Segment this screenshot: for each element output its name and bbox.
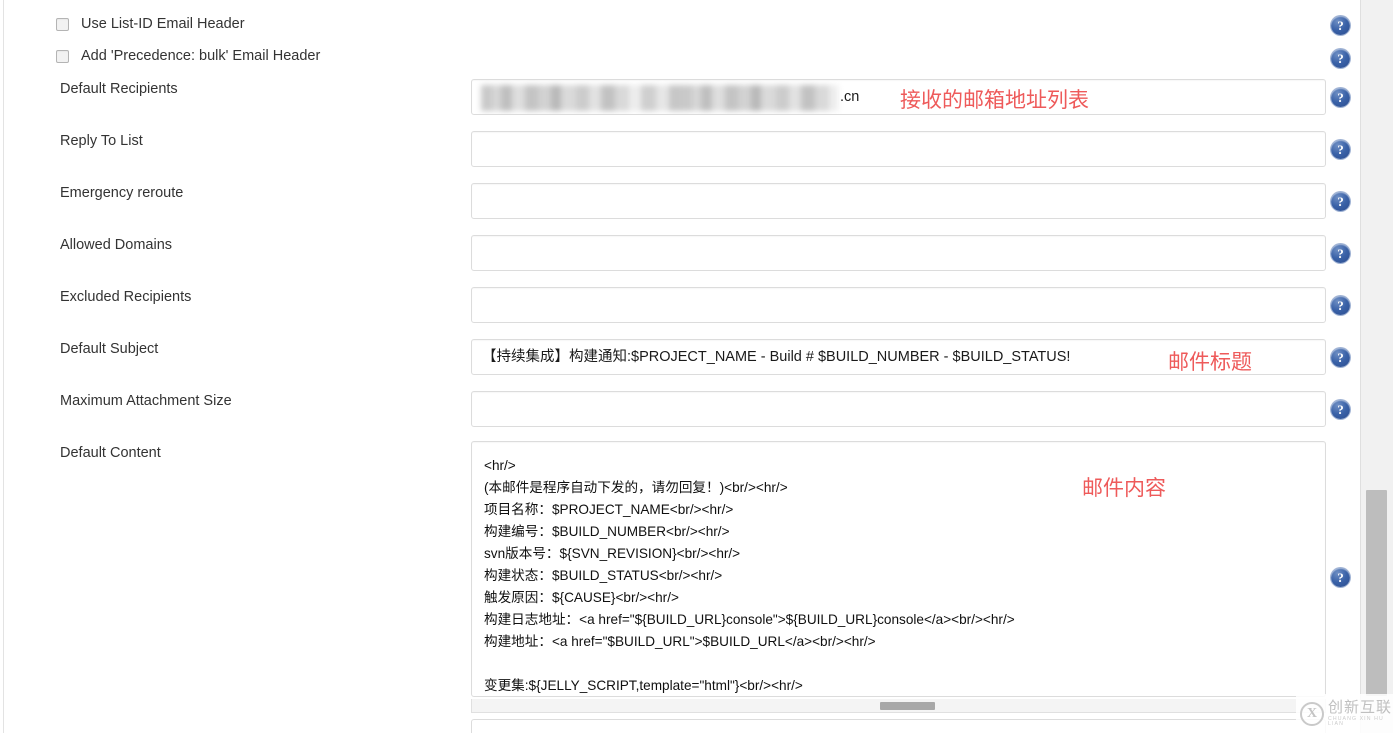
watermark-cn: 创新互联 [1328,697,1393,716]
help-icon-default-subject[interactable]: ? [1331,348,1350,367]
excluded-recipients-input[interactable] [471,287,1326,323]
content-line: svn版本号：${SVN_REVISION}<br/><hr/> [484,546,741,561]
help-icon-maximum-attachment-size[interactable]: ? [1331,400,1350,419]
help-icon-use-list-id[interactable]: ? [1331,16,1350,35]
label-default-recipients: Default Recipients [60,81,178,97]
next-field-input[interactable] [471,719,1326,733]
precedence-bulk-checkbox[interactable] [56,49,69,63]
label-default-content: Default Content [60,445,161,461]
content-line: 触发原因：${CAUSE}<br/><hr/> [484,590,679,605]
help-icon-precedence-bulk[interactable]: ? [1331,49,1350,68]
emergency-reroute-input[interactable] [471,183,1326,219]
checkbox-row-precedence-bulk[interactable]: Add 'Precedence: bulk' Email Header [56,48,320,64]
content-line: 构建地址：<a href="$BUILD_URL">$BUILD_URL</a>… [484,634,876,649]
annotation-recipients: 接收的邮箱地址列表 [900,88,1089,112]
watermark-pinyin: CHUANG XIN HU LIAN [1328,715,1384,727]
label-excluded-recipients: Excluded Recipients [60,289,192,305]
content-line: 构建编号：$BUILD_NUMBER<br/><hr/> [484,524,730,539]
redaction-mosaic [481,85,838,111]
reply-to-list-input[interactable] [471,131,1326,167]
form-area: Use List-ID Email Header Add 'Precedence… [0,0,1360,733]
help-icon-excluded-recipients[interactable]: ? [1331,296,1350,315]
label-allowed-domains: Allowed Domains [60,237,173,253]
annotation-subject: 邮件标题 [1168,350,1252,374]
email-extension-config-page: Use List-ID Email Header Add 'Precedence… [0,0,1393,733]
content-line: <hr/> [484,458,516,473]
use-list-id-label: Use List-ID Email Header [81,16,245,32]
help-icon-default-recipients[interactable]: ? [1331,88,1350,107]
default-recipients-input[interactable]: .cn [471,79,1326,115]
content-line-blank [484,653,1325,675]
page-vertical-scrollbar-thumb[interactable] [1366,490,1387,696]
use-list-id-checkbox[interactable] [56,17,69,31]
watermark-text: 创新互联 CHUANG XIN HU LIAN [1328,697,1393,727]
label-reply-to-list: Reply To List [60,133,143,149]
help-icon-allowed-domains[interactable]: ? [1331,244,1350,263]
help-icon-default-content[interactable]: ? [1331,568,1350,587]
content-line: 变更集:${JELLY_SCRIPT,template="html"}<br/>… [484,678,803,693]
annotation-content: 邮件内容 [1082,476,1166,500]
allowed-domains-input[interactable] [471,235,1326,271]
content-line: 构建日志地址：<a href="${BUILD_URL}console">${B… [484,612,1015,627]
content-line: 项目名称：$PROJECT_NAME<br/><hr/> [484,502,734,517]
label-maximum-attachment-size: Maximum Attachment Size [60,393,232,409]
maximum-attachment-size-input[interactable] [471,391,1326,427]
watermark: X 创新互联 CHUANG XIN HU LIAN [1296,694,1393,733]
content-line: (本邮件是程序自动下发的，请勿回复！)<br/><hr/> [484,480,788,495]
default-content-textarea[interactable]: <hr/> (本邮件是程序自动下发的，请勿回复！)<br/><hr/> 项目名称… [471,441,1326,697]
page-vertical-scrollbar[interactable] [1360,0,1393,733]
precedence-bulk-label: Add 'Precedence: bulk' Email Header [81,48,321,64]
checkbox-row-use-list-id[interactable]: Use List-ID Email Header [56,16,245,32]
label-emergency-reroute: Emergency reroute [60,185,184,201]
default-recipients-value-tail: .cn [840,89,860,105]
textarea-horizontal-scrollbar[interactable] [471,699,1326,713]
label-default-subject: Default Subject [60,341,159,357]
textarea-horizontal-scrollbar-thumb[interactable] [880,702,935,710]
content-line: 构建状态：$BUILD_STATUS<br/><hr/> [484,568,723,583]
help-icon-reply-to-list[interactable]: ? [1331,140,1350,159]
watermark-logo-icon: X [1300,701,1324,726]
help-icon-emergency-reroute[interactable]: ? [1331,192,1350,211]
